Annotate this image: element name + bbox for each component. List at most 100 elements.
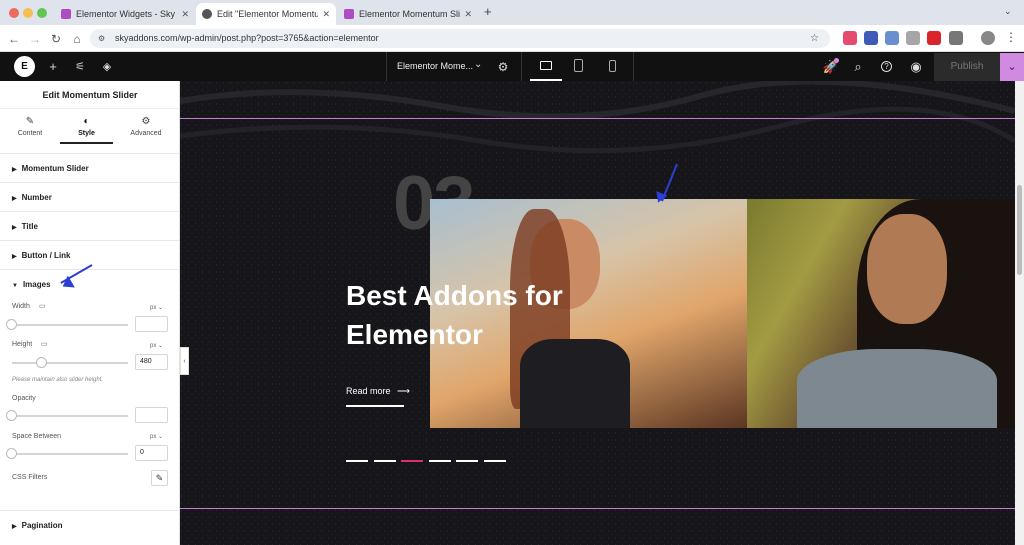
browser-tab-3[interactable]: Elementor Momentum Slider ✕ xyxy=(338,3,478,25)
css-filters-label: CSS Filters xyxy=(12,474,48,481)
portrait-scarf xyxy=(797,349,997,428)
mobile-view-icon[interactable] xyxy=(609,60,616,72)
site-settings-sliders-icon[interactable]: ⚟ xyxy=(71,52,89,81)
page-settings-gear-icon[interactable]: ⚙ xyxy=(494,52,512,81)
site-favicon-icon xyxy=(344,9,354,19)
space-slider-track[interactable] xyxy=(12,453,128,455)
shield-extension-icon[interactable] xyxy=(864,31,878,45)
publish-options-chevron-icon[interactable]: ⌄ xyxy=(1000,53,1024,81)
back-icon[interactable]: ← xyxy=(6,31,22,47)
extension-icon[interactable] xyxy=(885,31,899,45)
read-more-link[interactable]: Read more ⟶ xyxy=(346,386,410,397)
space-between-label: Space Between xyxy=(12,433,62,440)
bookmark-star-icon[interactable]: ☆ xyxy=(810,29,819,48)
close-tab-icon[interactable]: ✕ xyxy=(464,9,472,20)
height-unit-select[interactable]: px ⌄ xyxy=(150,342,163,349)
preview-eye-icon[interactable]: ◉ xyxy=(906,52,926,81)
caret-right-icon: ▶ xyxy=(12,254,17,260)
scrollbar-thumb[interactable] xyxy=(1017,185,1022,275)
pagination-dot[interactable] xyxy=(373,460,396,462)
tab-advanced[interactable]: ⚙ Advanced xyxy=(116,110,176,144)
section-number[interactable]: ▶ Number xyxy=(0,182,179,211)
edit-filters-pencil-icon[interactable]: ✎ xyxy=(151,470,168,486)
chevron-down-icon[interactable]: ⌄ xyxy=(474,59,482,70)
width-unit-select[interactable]: px ⌄ xyxy=(150,304,163,311)
minimize-window-button[interactable] xyxy=(23,8,33,18)
help-icon[interactable]: ? xyxy=(881,61,892,72)
page-scrollbar[interactable] xyxy=(1015,81,1024,545)
search-icon[interactable]: ⌕ xyxy=(849,52,867,81)
section-label: Title xyxy=(21,222,38,231)
contrast-icon: ◐ xyxy=(83,116,90,127)
pagination-dot[interactable] xyxy=(456,460,478,462)
forward-icon[interactable]: → xyxy=(27,31,43,47)
site-favicon-icon xyxy=(61,9,71,19)
space-unit-select[interactable]: px ⌄ xyxy=(150,433,163,440)
extension-icon[interactable] xyxy=(843,31,857,45)
responsive-desktop-icon[interactable]: ▭ xyxy=(41,340,48,348)
tab-content[interactable]: ✎ Content xyxy=(0,110,60,144)
tablet-view-icon[interactable] xyxy=(574,59,583,72)
caret-down-icon: ▼ xyxy=(12,283,18,289)
responsive-desktop-icon[interactable]: ▭ xyxy=(39,302,46,310)
add-element-icon[interactable]: + xyxy=(44,52,62,81)
height-slider-track[interactable] xyxy=(12,362,128,364)
space-between-input[interactable]: 0 xyxy=(135,445,168,461)
elementor-top-bar xyxy=(0,52,1024,81)
opacity-slider-handle[interactable] xyxy=(6,410,17,421)
close-tab-icon[interactable]: ✕ xyxy=(181,9,189,20)
address-bar[interactable]: ⚙ skyaddons.com/wp-admin/post.php?post=3… xyxy=(90,29,830,48)
section-momentum-slider[interactable]: ▶ Momentum Slider xyxy=(0,153,179,182)
caret-right-icon: ▶ xyxy=(12,196,17,202)
close-tab-icon[interactable]: ✕ xyxy=(322,9,330,20)
structure-layers-icon[interactable]: ◈ xyxy=(98,52,116,81)
pagination-dot[interactable] xyxy=(346,460,368,462)
width-slider-handle[interactable] xyxy=(6,319,17,330)
opacity-slider-track[interactable] xyxy=(12,415,128,417)
section-images[interactable]: ▼ Images xyxy=(0,269,179,298)
launch-rocket-icon[interactable]: 🚀 xyxy=(822,52,840,81)
pagination-dot[interactable] xyxy=(401,460,423,462)
section-pagination[interactable]: ▶ Pagination xyxy=(0,510,179,539)
maximize-window-button[interactable] xyxy=(37,8,47,18)
home-icon[interactable]: ⌂ xyxy=(69,31,85,47)
publish-button[interactable]: Publish xyxy=(934,53,1000,81)
tab-title: Edit "Elementor Momentum S xyxy=(217,9,319,19)
height-note: Please maintain also slider height. xyxy=(12,377,104,383)
section-label: Button / Link xyxy=(21,251,71,260)
tab-list-chevron-icon[interactable]: ⌄ xyxy=(1004,6,1012,17)
site-info-icon[interactable]: ⚙ xyxy=(98,29,105,48)
profile-avatar[interactable] xyxy=(981,31,995,45)
height-input[interactable]: 480 xyxy=(135,354,168,370)
width-input[interactable] xyxy=(135,316,168,332)
extension-icon[interactable] xyxy=(906,31,920,45)
close-window-button[interactable] xyxy=(9,8,19,18)
tab-style[interactable]: ◐ Style xyxy=(60,110,113,144)
tab-label: Style xyxy=(78,130,95,137)
section-title[interactable]: ▶ Title xyxy=(0,211,179,240)
document-title[interactable]: Elementor Mome... xyxy=(397,61,473,71)
pagination-dot[interactable] xyxy=(428,460,451,462)
browser-tab-1[interactable]: Elementor Widgets - Sky Addo ✕ xyxy=(55,3,195,25)
collapse-panel-chevron-icon[interactable]: ‹ xyxy=(180,347,189,375)
reload-icon[interactable]: ↻ xyxy=(48,31,64,47)
desktop-view-icon[interactable] xyxy=(540,61,552,70)
new-tab-button[interactable]: + xyxy=(484,4,492,19)
divider xyxy=(633,52,634,81)
width-slider-track[interactable] xyxy=(12,324,128,326)
space-slider-handle[interactable] xyxy=(6,448,17,459)
section-bottom-border xyxy=(180,508,1015,509)
arrow-right-icon: ⟶ xyxy=(397,386,410,396)
height-label: Height xyxy=(12,341,33,348)
puzzle-extensions-icon[interactable] xyxy=(949,31,963,45)
opacity-input[interactable] xyxy=(135,407,168,423)
opacity-label: Opacity xyxy=(12,395,36,402)
divider xyxy=(386,52,387,81)
pagination-dot[interactable] xyxy=(483,460,506,462)
browser-tab-2[interactable]: Edit "Elementor Momentum S ✕ xyxy=(196,3,336,25)
slide-image-woman-portrait xyxy=(747,199,1017,428)
extension-icon[interactable] xyxy=(927,31,941,45)
browser-menu-icon[interactable]: ⋮ xyxy=(1005,30,1017,44)
elementor-logo-icon[interactable]: E xyxy=(14,56,35,77)
tab-title: Elementor Widgets - Sky Addo xyxy=(76,9,177,19)
